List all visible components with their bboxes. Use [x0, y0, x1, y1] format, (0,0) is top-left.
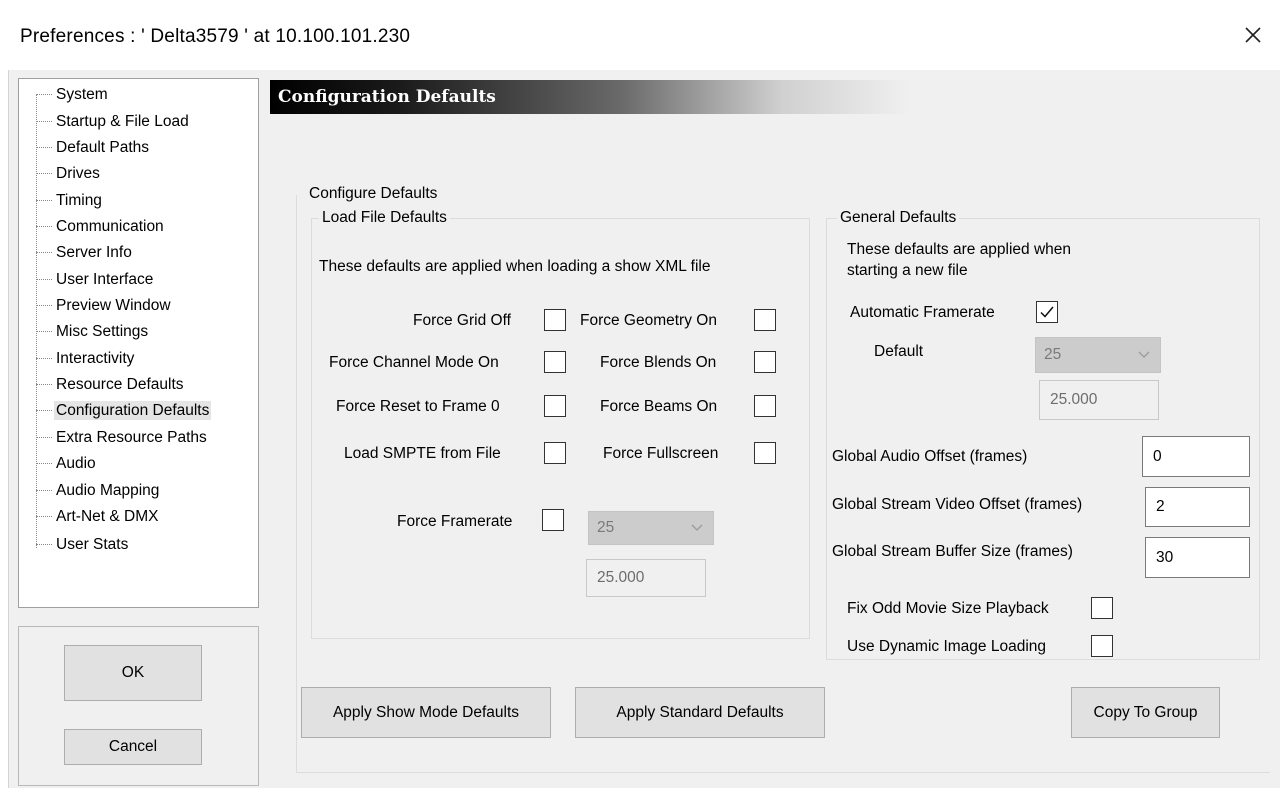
- sidebar-item-system[interactable]: System: [36, 83, 110, 107]
- apply-standard-defaults-button[interactable]: Apply Standard Defaults: [575, 687, 825, 738]
- force-fullscreen-checkbox[interactable]: [754, 442, 776, 464]
- sidebar-item-extra-resource-paths[interactable]: Extra Resource Paths: [36, 426, 209, 450]
- configure-defaults-title: Configure Defaults: [309, 185, 438, 202]
- global-audio-offset-label: Global Audio Offset (frames): [832, 448, 1028, 465]
- force-framerate-checkbox[interactable]: [542, 509, 564, 531]
- configure-defaults-group-bottom: [296, 772, 1270, 773]
- sidebar-item-communication[interactable]: Communication: [36, 215, 166, 239]
- load-file-description: These defaults are applied when loading …: [319, 258, 711, 275]
- force-beams-on-checkbox[interactable]: [754, 395, 776, 417]
- sidebar-item-drives[interactable]: Drives: [36, 162, 102, 186]
- automatic-framerate-label: Automatic Framerate: [850, 304, 995, 321]
- title-bar: Preferences : ' Delta3579 ' at 10.100.10…: [0, 0, 1282, 70]
- sidebar-item-preview-window[interactable]: Preview Window: [36, 294, 173, 318]
- sidebar-item-user-interface[interactable]: User Interface: [36, 268, 155, 292]
- use-dynamic-image-loading-checkbox[interactable]: [1091, 635, 1113, 657]
- window-title: Preferences : ' Delta3579 ' at 10.100.10…: [20, 26, 411, 47]
- general-description-line2: starting a new file: [847, 262, 968, 279]
- force-geometry-on-label: Force Geometry On: [580, 312, 717, 329]
- apply-show-mode-defaults-button[interactable]: Apply Show Mode Defaults: [301, 687, 551, 738]
- copy-to-group-button[interactable]: Copy To Group: [1071, 687, 1220, 738]
- sidebar-item-configuration-defaults[interactable]: Configuration Defaults: [36, 399, 212, 423]
- sidebar-item-resource-defaults[interactable]: Resource Defaults: [36, 373, 186, 397]
- checkmark-icon: [1040, 306, 1054, 318]
- sidebar-item-audio-mapping[interactable]: Audio Mapping: [36, 479, 161, 503]
- force-channel-mode-on-checkbox[interactable]: [544, 351, 566, 373]
- general-defaults-title: General Defaults: [837, 209, 960, 227]
- global-stream-buffer-size-input[interactable]: 30: [1145, 537, 1250, 578]
- global-stream-video-offset-input[interactable]: 2: [1145, 487, 1250, 527]
- force-reset-to-frame-0-label: Force Reset to Frame 0: [336, 398, 500, 415]
- sidebar-item-interactivity[interactable]: Interactivity: [36, 347, 136, 371]
- force-framerate-label: Force Framerate: [397, 513, 513, 530]
- force-geometry-on-checkbox[interactable]: [754, 309, 776, 331]
- global-stream-video-offset-label: Global Stream Video Offset (frames): [832, 496, 1083, 513]
- load-file-defaults-group: [311, 218, 810, 639]
- force-beams-on-label: Force Beams On: [600, 398, 718, 415]
- configure-defaults-group-border: [296, 195, 297, 773]
- force-blends-on-label: Force Blends On: [600, 354, 717, 371]
- cancel-button[interactable]: Cancel: [64, 729, 202, 765]
- default-framerate-label: Default: [874, 343, 924, 360]
- load-smpte-from-file-checkbox[interactable]: [544, 442, 566, 464]
- close-icon[interactable]: [1236, 18, 1270, 52]
- default-framerate-value-field: 25.000: [1039, 380, 1159, 420]
- force-fullscreen-label: Force Fullscreen: [603, 445, 719, 462]
- force-framerate-select-value: 25: [597, 519, 615, 536]
- sidebar-item-server-info[interactable]: Server Info: [36, 241, 134, 265]
- global-audio-offset-input[interactable]: 0: [1142, 436, 1250, 477]
- force-reset-to-frame-0-checkbox[interactable]: [544, 395, 566, 417]
- force-framerate-select[interactable]: 25: [588, 511, 714, 545]
- section-header: Configuration Defaults: [270, 80, 910, 114]
- sidebar-item-user-stats[interactable]: User Stats: [36, 533, 130, 557]
- force-channel-mode-on-label: Force Channel Mode On: [329, 354, 499, 371]
- force-framerate-value-field: 25.000: [586, 559, 706, 597]
- automatic-framerate-checkbox[interactable]: [1036, 301, 1058, 323]
- chevron-down-icon: [1138, 351, 1150, 358]
- fix-odd-movie-size-checkbox[interactable]: [1091, 597, 1113, 619]
- force-grid-off-label: Force Grid Off: [413, 312, 511, 329]
- sidebar-item-misc-settings[interactable]: Misc Settings: [36, 320, 150, 344]
- use-dynamic-image-loading-label: Use Dynamic Image Loading: [847, 638, 1047, 655]
- sidebar-item-default-paths[interactable]: Default Paths: [36, 136, 151, 160]
- load-file-defaults-title: Load File Defaults: [319, 209, 450, 227]
- fix-odd-movie-size-label: Fix Odd Movie Size Playback: [847, 600, 1049, 617]
- sidebar-item-art-net-dmx[interactable]: Art-Net & DMX: [36, 505, 160, 529]
- load-smpte-from-file-label: Load SMPTE from File: [344, 445, 501, 462]
- global-stream-buffer-size-label: Global Stream Buffer Size (frames): [832, 543, 1073, 560]
- default-framerate-select[interactable]: 25: [1035, 337, 1161, 373]
- force-blends-on-checkbox[interactable]: [754, 351, 776, 373]
- force-grid-off-checkbox[interactable]: [544, 309, 566, 331]
- ok-button[interactable]: OK: [64, 645, 202, 701]
- sidebar-item-audio[interactable]: Audio: [36, 452, 98, 476]
- default-framerate-select-value: 25: [1044, 346, 1062, 363]
- chevron-down-icon: [691, 524, 703, 531]
- general-description-line1: These defaults are applied when: [847, 241, 1072, 258]
- sidebar-item-startup-file-load[interactable]: Startup & File Load: [36, 110, 191, 134]
- sidebar-item-timing[interactable]: Timing: [36, 189, 104, 213]
